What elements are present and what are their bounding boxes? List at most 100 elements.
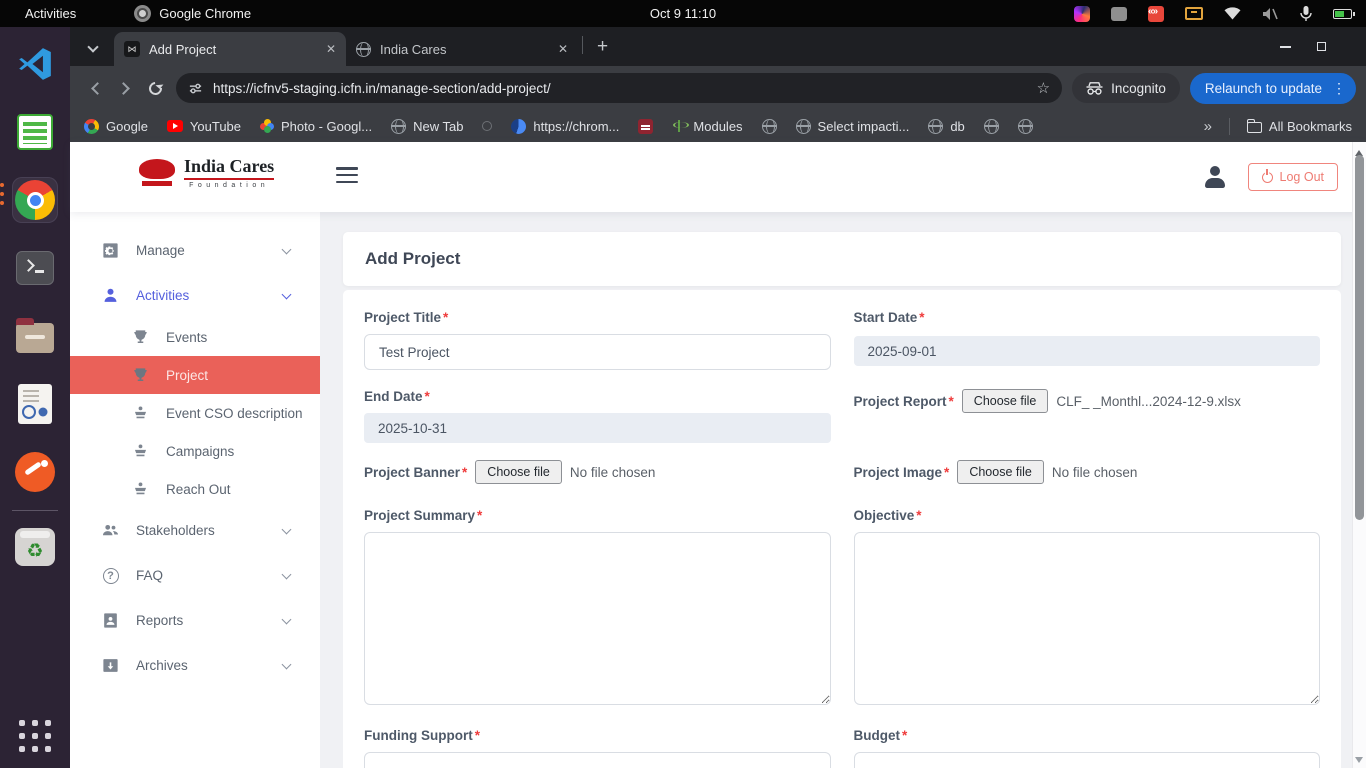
tab-add-project[interactable]: ⋈ Add Project ✕ bbox=[114, 32, 346, 66]
bookmark-select-impact[interactable]: Select impacti... bbox=[796, 119, 910, 134]
youtube-icon bbox=[167, 120, 183, 132]
show-applications-button[interactable] bbox=[19, 720, 51, 752]
site-settings-icon[interactable] bbox=[188, 81, 203, 96]
user-profile-icon[interactable] bbox=[1204, 166, 1226, 188]
project-summary-label: Project Summary* bbox=[364, 508, 831, 523]
microphone-icon[interactable] bbox=[1300, 6, 1312, 21]
report-badge-icon bbox=[101, 611, 120, 630]
tab-india-cares[interactable]: India Cares ✕ bbox=[346, 32, 578, 66]
objective-textarea[interactable] bbox=[854, 532, 1321, 705]
screen-share-icon[interactable] bbox=[1185, 7, 1203, 20]
presenter-icon bbox=[131, 480, 150, 499]
close-tab-icon[interactable]: ✕ bbox=[558, 42, 568, 56]
bookmark-globe-1[interactable] bbox=[762, 119, 777, 134]
battery-icon[interactable] bbox=[1333, 9, 1352, 19]
sidebar-item-reports[interactable]: Reports bbox=[70, 598, 320, 643]
ring-icon bbox=[482, 121, 492, 131]
dock-trash-icon[interactable]: ♻ bbox=[12, 524, 58, 570]
tree-logo-icon bbox=[137, 158, 177, 188]
google-photos-icon bbox=[260, 119, 274, 133]
main-content: Add Project Project Title* Start Date* bbox=[320, 212, 1366, 768]
anydesk-icon[interactable]: «» bbox=[1148, 6, 1164, 22]
sidebar-item-archives[interactable]: Archives bbox=[70, 643, 320, 688]
dock: ♻ bbox=[0, 27, 70, 768]
volume-muted-icon[interactable] bbox=[1262, 7, 1279, 21]
minimize-button[interactable] bbox=[1280, 46, 1291, 48]
project-image-choose-file-button[interactable]: Choose file bbox=[957, 460, 1044, 484]
dock-files-icon[interactable] bbox=[12, 313, 58, 359]
sidebar-item-faq[interactable]: ? FAQ bbox=[70, 553, 320, 598]
bookmark-chrome-link[interactable]: https://chrom... bbox=[511, 119, 619, 134]
bookmark-new-tab[interactable]: New Tab bbox=[391, 119, 463, 134]
end-date-input[interactable] bbox=[364, 413, 831, 443]
project-banner-label: Project Banner* bbox=[364, 465, 467, 480]
scroll-down-arrow[interactable] bbox=[1355, 757, 1364, 766]
app-indicator-icon[interactable] bbox=[1074, 6, 1090, 22]
sidebar-item-events[interactable]: Events bbox=[70, 318, 320, 356]
project-title-label: Project Title* bbox=[364, 310, 831, 325]
maximize-button[interactable] bbox=[1317, 42, 1326, 51]
budget-input[interactable] bbox=[854, 752, 1321, 768]
bookmark-modules[interactable]: Modules bbox=[672, 119, 742, 134]
chat-indicator-icon[interactable] bbox=[1111, 7, 1127, 21]
url-text[interactable]: https://icfnv5-staging.icfn.in/manage-se… bbox=[213, 81, 1027, 96]
bookmark-db[interactable]: db bbox=[928, 119, 964, 134]
sidebar-item-stakeholders[interactable]: Stakeholders bbox=[70, 508, 320, 553]
sidebar-toggle-button[interactable] bbox=[336, 167, 358, 187]
project-banner-choose-file-button[interactable]: Choose file bbox=[475, 460, 562, 484]
relaunch-to-update-button[interactable]: Relaunch to update ⋮ bbox=[1190, 73, 1356, 104]
objective-label: Objective* bbox=[854, 508, 1321, 523]
reload-button[interactable] bbox=[140, 73, 170, 103]
sidebar-item-activities[interactable]: Activities bbox=[70, 273, 320, 318]
dock-vscode-icon[interactable] bbox=[12, 41, 58, 87]
chrome-mono-icon bbox=[134, 5, 151, 22]
bookmark-globe-3[interactable] bbox=[1018, 119, 1033, 134]
bookmarks-overflow-button[interactable]: » bbox=[1204, 118, 1212, 135]
globe-icon bbox=[984, 119, 999, 134]
power-icon bbox=[1262, 172, 1273, 183]
sidebar-item-reach-out[interactable]: Reach Out bbox=[70, 470, 320, 508]
dock-libreoffice-calc-icon[interactable] bbox=[12, 109, 58, 155]
all-bookmarks-button[interactable]: All Bookmarks bbox=[1247, 119, 1352, 134]
logout-button[interactable]: Log Out bbox=[1248, 163, 1338, 191]
wifi-icon[interactable] bbox=[1224, 7, 1241, 20]
focused-app-menu[interactable]: Google Chrome bbox=[134, 5, 251, 22]
forward-button[interactable] bbox=[110, 73, 140, 103]
bookmark-youtube[interactable]: YouTube bbox=[167, 119, 241, 134]
dock-document-viewer-icon[interactable] bbox=[12, 381, 58, 427]
start-date-input[interactable] bbox=[854, 336, 1321, 366]
bookmark-google-photos[interactable]: Photo - Googl... bbox=[260, 119, 372, 134]
project-title-input[interactable] bbox=[364, 334, 831, 370]
presenter-icon bbox=[131, 404, 150, 423]
bookmark-unnamed[interactable] bbox=[482, 121, 492, 131]
scroll-up-arrow[interactable] bbox=[1355, 144, 1364, 153]
focused-app-name: Google Chrome bbox=[159, 6, 251, 21]
india-cares-logo[interactable]: India Cares Foundation bbox=[137, 156, 274, 189]
browser-menu-icon[interactable]: ⋮ bbox=[1332, 80, 1346, 97]
project-summary-textarea[interactable] bbox=[364, 532, 831, 705]
bookmark-bajaj[interactable] bbox=[638, 119, 653, 134]
scrollbar-thumb[interactable] bbox=[1355, 155, 1364, 520]
address-bar[interactable]: https://icfnv5-staging.icfn.in/manage-se… bbox=[176, 73, 1062, 103]
back-button[interactable] bbox=[80, 73, 110, 103]
new-tab-button[interactable]: + bbox=[597, 36, 608, 58]
tab-search-button[interactable] bbox=[80, 35, 106, 61]
bookmark-globe-2[interactable] bbox=[984, 119, 999, 134]
sidebar-item-campaigns[interactable]: Campaigns bbox=[70, 432, 320, 470]
dock-postman-icon[interactable] bbox=[12, 449, 58, 495]
blue-site-icon bbox=[511, 119, 526, 134]
tab-separator bbox=[582, 36, 583, 54]
sidebar-item-event-cso-description[interactable]: Event CSO description bbox=[70, 394, 320, 432]
page-scrollbar[interactable] bbox=[1352, 142, 1366, 768]
close-tab-icon[interactable]: ✕ bbox=[326, 42, 336, 56]
site-header: India Cares Foundation Log Out bbox=[70, 142, 1366, 212]
dock-terminal-icon[interactable] bbox=[12, 245, 58, 291]
project-report-choose-file-button[interactable]: Choose file bbox=[962, 389, 1049, 413]
activities-button[interactable]: Activities bbox=[25, 6, 76, 21]
sidebar-item-project[interactable]: Project bbox=[70, 356, 320, 394]
sidebar-item-manage[interactable]: Manage bbox=[70, 228, 320, 273]
bookmark-star-icon[interactable]: ☆ bbox=[1037, 79, 1050, 97]
dock-chrome-icon[interactable] bbox=[12, 177, 58, 223]
bookmark-google[interactable]: Google bbox=[84, 119, 148, 134]
funding-support-input[interactable] bbox=[364, 752, 831, 768]
